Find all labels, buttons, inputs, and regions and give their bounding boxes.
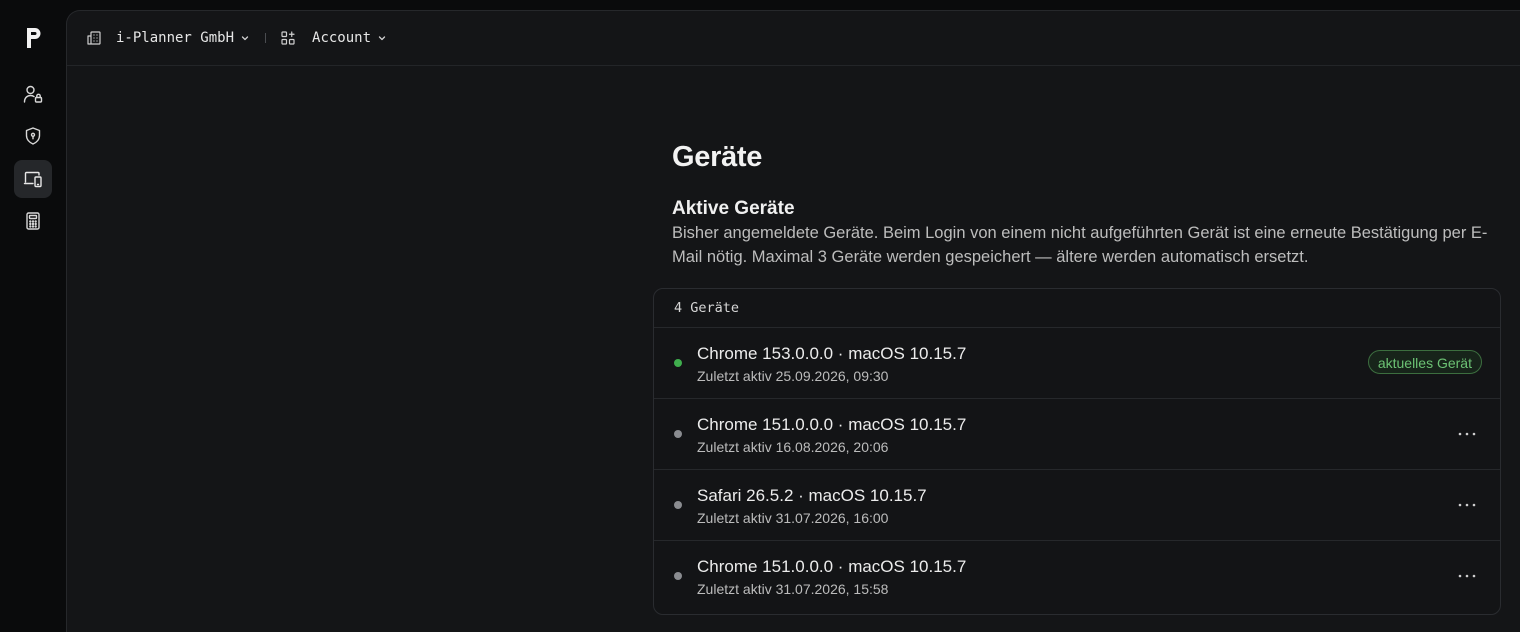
current-device-badge: aktuelles Gerät: [1367, 350, 1482, 374]
org-switcher[interactable]: i-Planner GmbH: [86, 30, 250, 46]
section-title: Aktive Geräte: [672, 198, 795, 219]
device-list: 4 Geräte Chrome 153.0.0.0 · macOS 10.15.…: [653, 288, 1501, 615]
status-dot-offline: [674, 572, 682, 580]
device-count: 4 Geräte: [654, 289, 1500, 328]
device-name: Chrome 153.0.0.0 · macOS 10.15.7: [697, 344, 967, 363]
device-row: Safari 26.5.2 · macOS 10.15.7 Zuletzt ak…: [654, 470, 1500, 541]
sidebar-item-security[interactable]: [14, 117, 52, 155]
building-icon: [87, 31, 101, 45]
device-row: Chrome 153.0.0.0 · macOS 10.15.7 Zuletzt…: [654, 328, 1500, 399]
device-last-active: Zuletzt aktiv 16.08.2026, 20:06: [697, 439, 889, 455]
more-horizontal-icon: [1458, 574, 1476, 578]
devices-icon: [23, 171, 42, 188]
device-menu-button[interactable]: [1456, 565, 1478, 587]
chevron-down-icon: [378, 36, 386, 41]
device-last-active: Zuletzt aktiv 31.07.2026, 16:00: [697, 510, 889, 526]
status-dot-offline: [674, 501, 682, 509]
chevron-down-icon: [241, 36, 249, 41]
device-menu-button[interactable]: [1456, 423, 1478, 445]
device-row: Chrome 151.0.0.0 · macOS 10.15.7 Zuletzt…: [654, 399, 1500, 470]
more-horizontal-icon: [1458, 432, 1476, 436]
sidebar-item-billing[interactable]: [14, 202, 52, 240]
status-dot-online: [674, 359, 682, 367]
device-menu-button[interactable]: [1456, 494, 1478, 516]
breadcrumb: i-Planner GmbH Account: [67, 11, 1520, 66]
org-label: i-Planner GmbH: [116, 30, 235, 46]
section-label: Account: [312, 30, 372, 46]
device-name: Safari 26.5.2 · macOS 10.15.7: [697, 486, 927, 505]
device-row: Chrome 151.0.0.0 · macOS 10.15.7 Zuletzt…: [654, 541, 1500, 612]
status-dot-offline: [674, 430, 682, 438]
page-title: Geräte: [672, 141, 763, 173]
apps-grid-icon: [281, 31, 295, 45]
device-last-active: Zuletzt aktiv 31.07.2026, 15:58: [697, 581, 889, 597]
device-name: Chrome 151.0.0.0 · macOS 10.15.7: [697, 415, 967, 434]
sidebar-item-users[interactable]: [14, 75, 52, 113]
app-logo-icon: [27, 28, 41, 48]
user-lock-icon: [23, 85, 43, 103]
calculator-icon: [26, 212, 40, 230]
section-description: Bisher angemeldete Geräte. Beim Login vo…: [672, 224, 1488, 266]
breadcrumb-separator: [265, 33, 267, 43]
device-name: Chrome 151.0.0.0 · macOS 10.15.7: [697, 557, 967, 576]
sidebar: [0, 0, 66, 632]
device-last-active: Zuletzt aktiv 25.09.2026, 09:30: [697, 368, 889, 384]
app-window: i-Planner GmbH Account Geräte Aktive Ger…: [0, 0, 1520, 632]
main-panel: i-Planner GmbH Account Geräte Aktive Ger…: [66, 10, 1520, 632]
shield-icon: [25, 127, 41, 145]
sidebar-item-devices[interactable]: [14, 160, 52, 198]
section-switcher[interactable]: Account: [280, 30, 387, 46]
more-horizontal-icon: [1458, 503, 1476, 507]
